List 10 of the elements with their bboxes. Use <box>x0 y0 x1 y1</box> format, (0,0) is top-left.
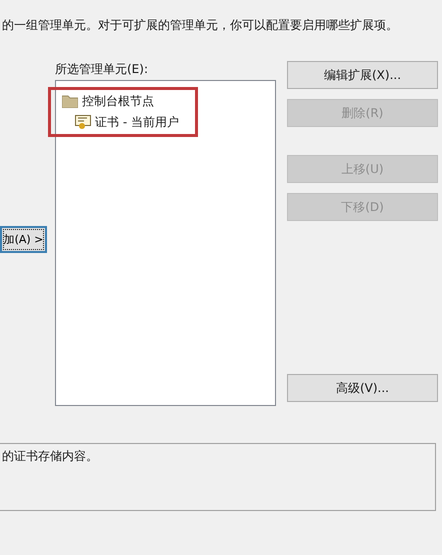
tree-item[interactable]: 证书 - 当前用户 <box>75 112 179 133</box>
folder-icon <box>62 95 78 108</box>
list-label: 所选管理单元(E): <box>55 61 149 78</box>
certificate-icon <box>75 115 91 130</box>
dialog-button[interactable]: 编辑扩展(X)... <box>287 61 438 89</box>
details-text: 的证书存储内容。 <box>2 449 98 463</box>
tree-item[interactable]: 控制台根节点 <box>62 91 154 112</box>
dialog-button[interactable]: 高级(V)... <box>287 374 438 402</box>
description-text: 的一组管理单元。对于可扩展的管理单元，你可以配置要启用哪些扩展项。 <box>2 17 399 34</box>
add-button[interactable]: 加(A) > <box>0 226 47 253</box>
